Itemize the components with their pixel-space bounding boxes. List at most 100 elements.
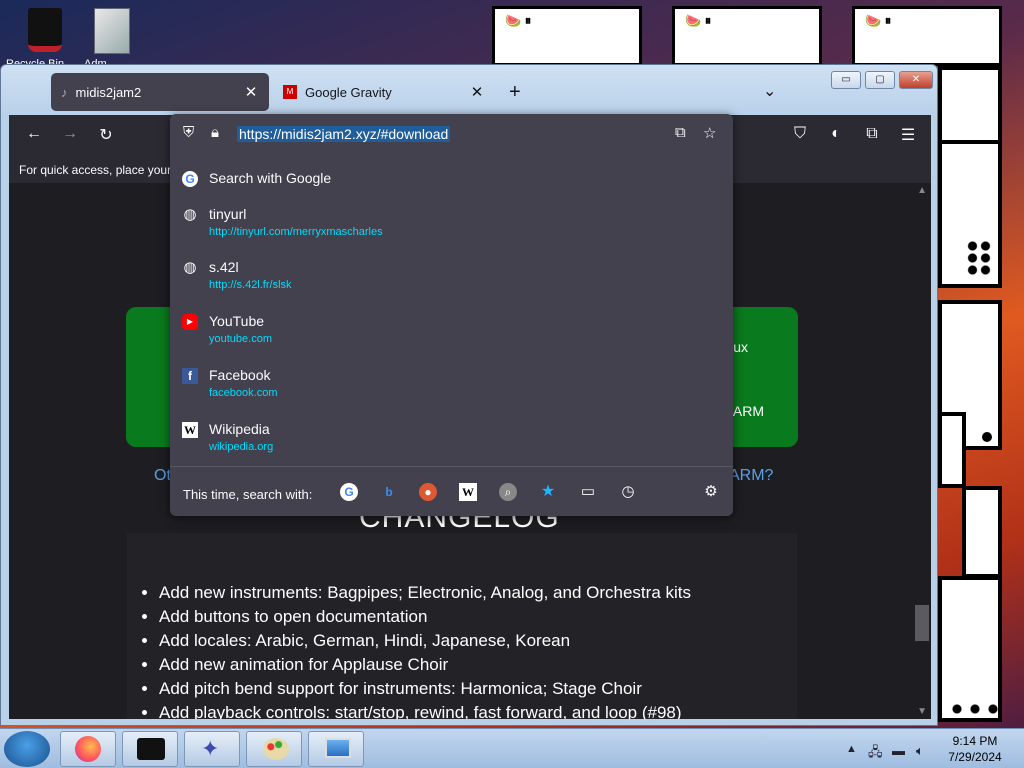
domino-card-2 — [938, 140, 1002, 288]
paint-icon — [263, 738, 289, 760]
game-window-2[interactable]: 🍉 ⏸ — [672, 6, 822, 66]
list-all-tabs-button[interactable]: ⌄ — [763, 81, 776, 101]
taskbar-firefox[interactable] — [60, 731, 116, 767]
close-tab-icon[interactable]: ✕ — [243, 83, 259, 101]
result-title: tinyurl — [209, 206, 247, 222]
taskbar-app-2[interactable] — [122, 731, 178, 767]
taskbar-remote-desktop[interactable] — [308, 731, 364, 767]
clock-time: 9:14 PM — [952, 734, 998, 748]
tab-midis2jam2[interactable]: ♪ midis2jam2 ✕ — [51, 73, 269, 111]
tabs-icon[interactable]: ▭ — [579, 483, 597, 501]
game-window-1[interactable]: 🍉 ⏸ — [492, 6, 642, 66]
show-hidden-icons-icon[interactable]: ▲ — [846, 743, 857, 755]
youtube-icon: ▶ — [182, 314, 198, 330]
picture-in-picture-icon[interactable]: ⧉ — [675, 124, 686, 141]
monitor-icon — [325, 738, 351, 758]
domino-card-1 — [938, 66, 1002, 144]
pocket-icon[interactable]: ⛉ — [789, 125, 811, 143]
tab-title: midis2jam2 — [75, 84, 142, 100]
urlbar-dropdown: ⛨ 🔒︎ https://midis2jam2.xyz/#download ⧉ … — [170, 114, 733, 516]
result-title: YouTube — [209, 313, 265, 329]
menu-icon[interactable]: ☰ — [897, 125, 919, 145]
lock-icon[interactable]: 🔒︎ — [211, 124, 219, 141]
one-off-search-bar: This time, search with: G b ● W ⌕ ★ ▭ ◷ … — [170, 466, 733, 516]
result-url: youtube.com — [209, 333, 272, 345]
result-tinyurl[interactable]: ◍ tinyurl http://tinyurl.com/merryxmasch… — [180, 206, 720, 256]
result-url: wikipedia.org — [209, 441, 274, 453]
arm-link[interactable]: ARM? — [729, 467, 773, 485]
start-button[interactable] — [4, 731, 50, 767]
download-box-text-top: ux — [733, 339, 748, 355]
search-icon[interactable]: ⌕ — [499, 483, 517, 501]
firefox-icon — [75, 736, 101, 762]
tab-google-gravity[interactable]: M Google Gravity ✕ — [273, 73, 495, 111]
scrollbar-thumb[interactable] — [915, 605, 929, 641]
pause-icon: 🍉 ⏸ — [685, 13, 712, 28]
list-item: Add buttons to open documentation — [159, 605, 691, 629]
scroll-up-icon[interactable]: ▲ — [917, 185, 927, 196]
duckduckgo-icon[interactable]: ● — [419, 483, 437, 501]
result-s42l[interactable]: ◍ s.42l http://s.42l.fr/slsk — [180, 259, 720, 309]
google-gravity-favicon-icon: M — [283, 85, 297, 99]
extensions-icon[interactable]: ⧉ — [861, 125, 883, 143]
domino-card-5 — [962, 486, 1002, 578]
taskbar-paint[interactable] — [246, 731, 302, 767]
bing-icon[interactable]: b — [380, 483, 398, 501]
reload-icon[interactable]: ↻ — [95, 125, 117, 145]
display-icon[interactable]: ▬ — [892, 743, 905, 758]
result-wikipedia[interactable]: W Wikipedia wikipedia.org — [180, 421, 720, 471]
wikipedia-icon[interactable]: W — [459, 483, 477, 501]
midis2jam2-favicon-icon: ♪ — [61, 84, 68, 100]
list-item: Add new instruments: Bagpipes; Electroni… — [159, 581, 691, 605]
scroll-down-icon[interactable]: ▼ — [917, 706, 927, 717]
folder-icon[interactable] — [84, 6, 144, 62]
google-icon: G — [182, 171, 198, 187]
clock-date: 7/29/2024 — [948, 750, 1002, 764]
game-window-3[interactable]: 🍉 ⏸ — [852, 6, 1002, 66]
close-window-button[interactable]: ✕ — [899, 71, 933, 89]
google-icon[interactable]: G — [340, 483, 358, 501]
tab-title: Google Gravity — [305, 84, 392, 100]
download-box-text-bottom: ARM — [732, 403, 764, 419]
list-item: Add pitch bend support for instruments: … — [159, 677, 691, 701]
url-input[interactable]: https://midis2jam2.xyz/#download — [237, 126, 451, 142]
result-url: facebook.com — [209, 387, 278, 399]
result-title: Search with Google — [209, 170, 332, 186]
back-icon[interactable]: ← — [23, 125, 45, 143]
list-item: Add locales: Arabic, German, Hindi, Japa… — [159, 629, 691, 653]
recycle-bin-icon[interactable] — [14, 6, 74, 62]
maximize-button[interactable]: ▢ — [865, 71, 895, 89]
domino-card-4 — [938, 412, 966, 488]
history-icon[interactable]: ◷ — [619, 483, 637, 501]
one-off-label: This time, search with: — [183, 487, 313, 502]
changelog-list: Add new instruments: Bagpipes; Electroni… — [159, 581, 691, 719]
pause-icon: 🍉 ⏸ — [865, 13, 892, 28]
clock[interactable]: 9:14 PM 7/29/2024 — [940, 733, 1010, 765]
urlbar[interactable]: ⛨ 🔒︎ https://midis2jam2.xyz/#download ⧉ … — [170, 114, 733, 154]
taskbar: ✦ ▲ 🖧 ▬ 🔈︎ 9:14 PM 7/29/2024 — [0, 728, 1024, 768]
search-settings-icon[interactable]: ⚙ — [702, 483, 720, 501]
wikipedia-icon: W — [182, 422, 198, 438]
taskbar-app-3[interactable]: ✦ — [184, 731, 240, 767]
bookmarks-icon[interactable]: ★ — [539, 483, 557, 501]
new-tab-button[interactable]: + — [509, 81, 521, 104]
network-icon[interactable]: 🖧 — [868, 743, 883, 765]
forward-icon[interactable]: → — [59, 125, 81, 143]
bird-icon: ✦ — [201, 736, 220, 761]
account-icon[interactable]: ◐ — [825, 125, 847, 143]
page-scrollbar[interactable]: ▲ ▼ — [913, 183, 931, 719]
bookmark-star-icon[interactable]: ☆ — [703, 124, 716, 142]
title-bar: ♪ midis2jam2 ✕ M Google Gravity ✕ + ⌄ ▭ … — [1, 65, 937, 115]
minimize-button[interactable]: ▭ — [831, 71, 861, 89]
result-facebook[interactable]: f Facebook facebook.com — [180, 367, 720, 417]
volume-icon[interactable]: 🔈︎ — [916, 743, 924, 759]
result-title: Facebook — [209, 367, 271, 383]
list-item: Add new animation for Applause Choir — [159, 653, 691, 677]
other-downloads-link[interactable]: Ot — [154, 467, 171, 485]
globe-icon: ◍ — [183, 206, 197, 223]
result-youtube[interactable]: ▶ YouTube youtube.com — [180, 313, 720, 363]
close-tab-icon[interactable]: ✕ — [469, 83, 485, 101]
shield-icon[interactable]: ⛨ — [183, 124, 194, 141]
facebook-icon: f — [182, 368, 198, 384]
list-item: Add playback controls: start/stop, rewin… — [159, 701, 691, 719]
